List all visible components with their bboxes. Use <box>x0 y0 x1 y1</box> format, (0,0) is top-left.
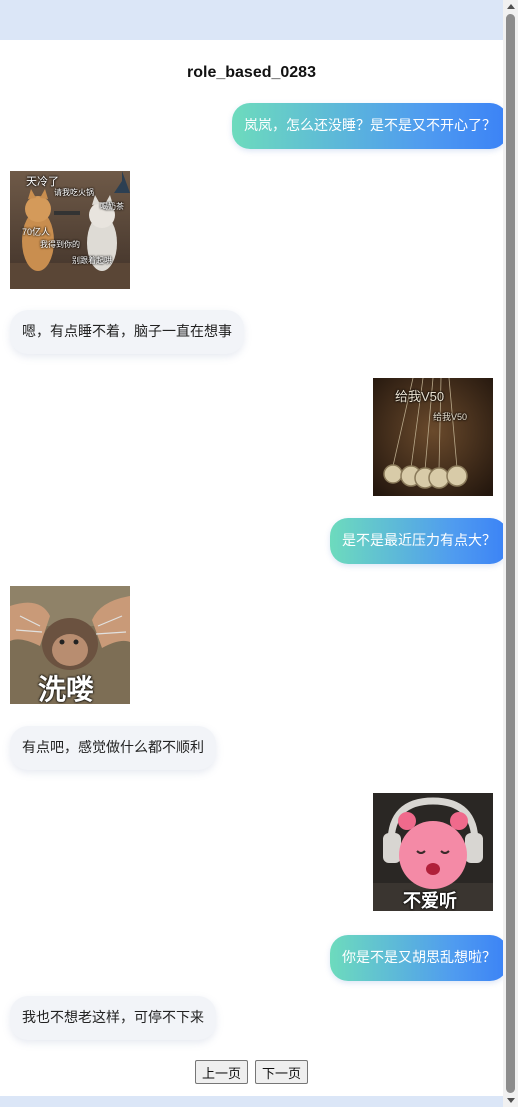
pendulum-meme-sticker: 给我V50 给我V50 <box>373 378 493 496</box>
scrollbar-thumb[interactable] <box>506 14 515 1093</box>
page-title: role_based_0283 <box>187 64 316 81</box>
message-bubble-right: 是不是最近压力有点大？ <box>330 518 508 564</box>
scroll-down-arrow-icon[interactable] <box>507 1098 515 1103</box>
message-bubble-left: 嗯，有点睡不着，脑子一直在想事 <box>10 310 244 354</box>
next-page-button[interactable]: 下一页 <box>255 1060 309 1084</box>
sticker-caption: 给我V50 <box>433 412 468 422</box>
pink-bear-headphones-meme-sticker: 不爱听 <box>373 793 493 911</box>
top-band <box>0 0 518 40</box>
sticker-caption: 给我V50 <box>395 389 445 404</box>
sticker-caption: 不爱听 <box>403 891 457 911</box>
scrollbar[interactable] <box>503 0 518 1107</box>
sticker-caption: 请我吃火锅 <box>54 188 94 197</box>
message-bubble-right: 岚岚，怎么还没睡？是不是又不开心了？ <box>232 103 508 149</box>
message-bubble-right: 你是不是又胡思乱想啦？ <box>330 935 508 981</box>
sticker-caption: 我得到你的 <box>40 240 80 249</box>
scroll-up-arrow-icon[interactable] <box>507 4 515 9</box>
pagination: 上一页 下一页 <box>0 1060 503 1084</box>
message-bubble-left: 我也不想老这样，可停不下来 <box>10 996 216 1040</box>
prev-page-button[interactable]: 上一页 <box>194 1060 248 1084</box>
sticker-caption: 喝奶茶 <box>100 202 124 211</box>
monkey-wash-meme-sticker: 洗喽 <box>10 586 130 704</box>
sticker-caption: 别跟着起哄 <box>72 256 112 265</box>
sticker-caption: 70亿人 <box>22 227 51 237</box>
cats-gun-meme-sticker: 天冷了 请我吃火锅 喝奶茶 70亿人 我得到你的 别跟着起哄 <box>10 171 130 289</box>
sticker-caption: 洗喽 <box>38 674 95 704</box>
message-bubble-left: 有点吧，感觉做什么都不顺利 <box>10 726 216 770</box>
bottom-band <box>0 1096 518 1107</box>
